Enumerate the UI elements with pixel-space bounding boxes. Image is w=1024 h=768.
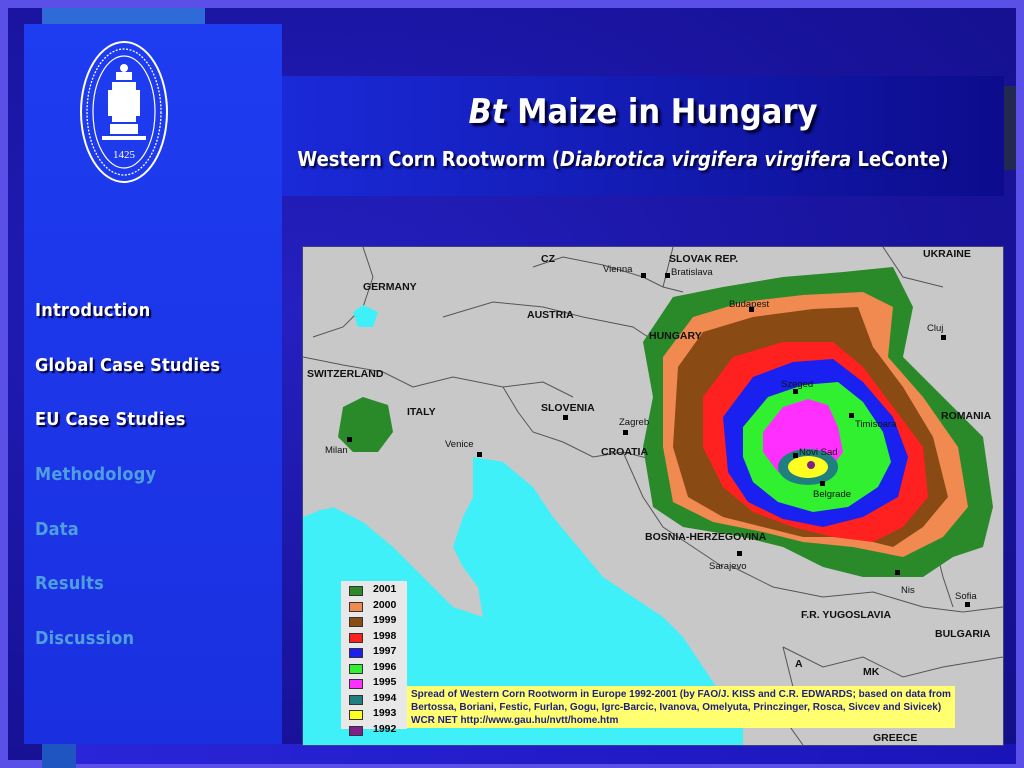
title-italic: Bt bbox=[468, 92, 507, 132]
legend-swatch bbox=[349, 725, 363, 736]
title-rest: Maize in Hungary bbox=[506, 92, 818, 132]
city-vienna: Vienna bbox=[603, 264, 633, 275]
city-venice: Venice bbox=[445, 439, 474, 450]
legend-year: 1999 bbox=[373, 614, 397, 626]
bottom-bar bbox=[76, 744, 1016, 764]
nav-menu: Introduction Global Case Studies EU Case… bbox=[35, 300, 220, 683]
city-bratislava: Bratislava bbox=[671, 267, 713, 278]
city-budapest: Budapest bbox=[729, 299, 770, 310]
caption-line-3: WCR NET http://www.gau.hu/nvtt/home.htm bbox=[411, 715, 619, 726]
legend-year: 1995 bbox=[373, 676, 397, 688]
nav-item-methodology[interactable]: Methodology bbox=[35, 464, 220, 519]
corner-accent-bottom bbox=[42, 744, 76, 768]
caption-line-1: Spread of Western Corn Rootworm in Europ… bbox=[411, 689, 951, 700]
zone-1992 bbox=[807, 461, 815, 469]
legend-item: 1992 bbox=[343, 723, 407, 739]
label-yugoslavia: F.R. YUGOSLAVIA bbox=[801, 609, 891, 621]
map-caption: Spread of Western Corn Rootworm in Europ… bbox=[407, 686, 955, 728]
city-szeged: Szeged bbox=[781, 379, 813, 390]
subtitle-species: Diabrotica virgifera virgifera bbox=[560, 147, 852, 171]
seal-year: 1425 bbox=[113, 149, 136, 161]
label-hungary: HUNGARY bbox=[649, 330, 702, 342]
label-austria: AUSTRIA bbox=[527, 309, 574, 321]
legend-item: 1998 bbox=[343, 630, 407, 646]
subtitle-before: Western Corn Rootworm ( bbox=[297, 147, 561, 171]
legend-year: 2000 bbox=[373, 598, 397, 611]
legend-year: 1994 bbox=[373, 691, 397, 704]
legend-swatch bbox=[349, 679, 363, 689]
legend-swatch bbox=[349, 694, 363, 705]
label-slovenia: SLOVENIA bbox=[541, 402, 595, 414]
map-canvas: CZ SLOVAK REP. UKRAINE GERMANY AUSTRIA H… bbox=[303, 247, 1003, 745]
legend-swatch bbox=[349, 617, 363, 627]
city-cluj: Cluj bbox=[927, 323, 943, 334]
legend-swatch bbox=[349, 632, 363, 643]
legend-year: 1993 bbox=[373, 707, 397, 719]
legend-year: 1992 bbox=[373, 722, 397, 735]
caption-line-2: Bertossa, Boriani, Festic, Furlan, Gogu,… bbox=[411, 702, 942, 713]
city-novisad: Novi Sad bbox=[799, 447, 838, 458]
city-sarajevo: Sarajevo bbox=[709, 561, 747, 572]
city-nis: Nis bbox=[901, 585, 915, 596]
label-slovak: SLOVAK REP. bbox=[669, 253, 738, 265]
legend-swatch bbox=[349, 601, 363, 612]
label-romania: ROMANIA bbox=[941, 410, 992, 422]
label-mk: MK bbox=[863, 666, 880, 678]
city-belgrade: Belgrade bbox=[813, 489, 851, 500]
nav-item-data[interactable]: Data bbox=[35, 519, 220, 574]
corner-accent-top bbox=[42, 8, 205, 24]
city-timisoara: Timisoara bbox=[855, 419, 897, 430]
legend-item: 2000 bbox=[343, 599, 407, 615]
label-italy: ITALY bbox=[407, 406, 436, 418]
legend-swatch bbox=[349, 710, 363, 720]
right-edge-strip bbox=[1004, 86, 1016, 170]
label-croatia: CROATIA bbox=[601, 446, 648, 458]
slide-subtitle: Western Corn Rootworm (Diabrotica virgif… bbox=[268, 147, 978, 171]
legend-item: 1993 bbox=[343, 707, 407, 723]
label-bosnia: BOSNIA-HERZEGOVINA bbox=[645, 531, 767, 543]
year-legend: 2001 2000 1999 1998 1997 1996 1995 1994 1993 1992 bbox=[343, 583, 407, 738]
legend-year: 1997 bbox=[373, 645, 397, 657]
zone-italy-patch bbox=[338, 397, 393, 452]
legend-item: 1999 bbox=[343, 614, 407, 630]
legend-year: 1996 bbox=[373, 660, 397, 673]
university-seal-logo: 1425 bbox=[80, 41, 168, 183]
city-milan: Milan bbox=[325, 445, 348, 456]
legend-item: 1997 bbox=[343, 645, 407, 661]
wcr-spread-map: CZ SLOVAK REP. UKRAINE GERMANY AUSTRIA H… bbox=[302, 246, 1004, 746]
city-sofia: Sofia bbox=[955, 591, 977, 602]
legend-swatch bbox=[349, 648, 363, 658]
slide-title: Bt Maize in Hungary bbox=[282, 92, 1004, 132]
label-switzerland: SWITZERLAND bbox=[307, 368, 384, 380]
nav-item-results[interactable]: Results bbox=[35, 573, 220, 628]
legend-item: 1995 bbox=[343, 676, 407, 692]
subtitle-after: LeConte) bbox=[851, 147, 949, 171]
city-zagreb: Zagreb bbox=[619, 417, 649, 428]
legend-swatch bbox=[349, 586, 363, 596]
legend-item: 1996 bbox=[343, 661, 407, 677]
label-a: A bbox=[795, 658, 803, 670]
nav-item-discussion[interactable]: Discussion bbox=[35, 628, 220, 683]
legend-swatch bbox=[349, 663, 363, 674]
legend-year: 2001 bbox=[373, 583, 397, 595]
nav-item-eu-case-studies[interactable]: EU Case Studies bbox=[35, 409, 220, 464]
label-cz: CZ bbox=[541, 253, 556, 265]
legend-item: 1994 bbox=[343, 692, 407, 708]
nav-item-global-case-studies[interactable]: Global Case Studies bbox=[35, 355, 220, 410]
nav-item-introduction[interactable]: Introduction bbox=[35, 300, 220, 355]
legend-year: 1998 bbox=[373, 629, 397, 642]
label-ukraine: UKRAINE bbox=[923, 248, 971, 260]
label-bulgaria: BULGARIA bbox=[935, 628, 991, 640]
label-greece: GREECE bbox=[873, 732, 917, 744]
legend-item: 2001 bbox=[343, 583, 407, 599]
label-germany: GERMANY bbox=[363, 281, 417, 293]
